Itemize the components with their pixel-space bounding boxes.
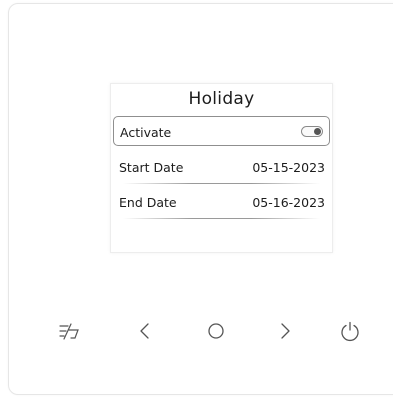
activate-label: Activate (120, 125, 172, 140)
right-button[interactable] (272, 318, 298, 344)
end-date-value: 05-16-2023 (252, 195, 325, 210)
power-button[interactable] (337, 318, 363, 344)
start-date-label: Start Date (119, 160, 184, 175)
display-screen: Holiday Activate Start Date 05-15-2023 E… (110, 83, 333, 253)
mode-icon (59, 323, 79, 340)
mode-button[interactable] (56, 318, 82, 344)
toggle-knob (314, 128, 321, 135)
left-button[interactable] (132, 318, 158, 344)
activate-toggle[interactable] (301, 126, 323, 137)
screen-title: Holiday (188, 89, 255, 109)
control-buttons (0, 318, 393, 348)
power-icon (341, 321, 359, 342)
start-date-row[interactable]: Start Date 05-15-2023 (113, 152, 330, 182)
home-button[interactable] (203, 318, 229, 344)
divider (123, 183, 320, 184)
activate-row[interactable]: Activate (113, 116, 330, 146)
end-date-label: End Date (119, 195, 177, 210)
chevron-right-icon (281, 323, 290, 339)
start-date-value: 05-15-2023 (252, 160, 325, 175)
circle-home-icon (208, 323, 224, 339)
chevron-left-icon (140, 323, 149, 339)
divider (123, 218, 320, 219)
end-date-row[interactable]: End Date 05-16-2023 (113, 187, 330, 217)
